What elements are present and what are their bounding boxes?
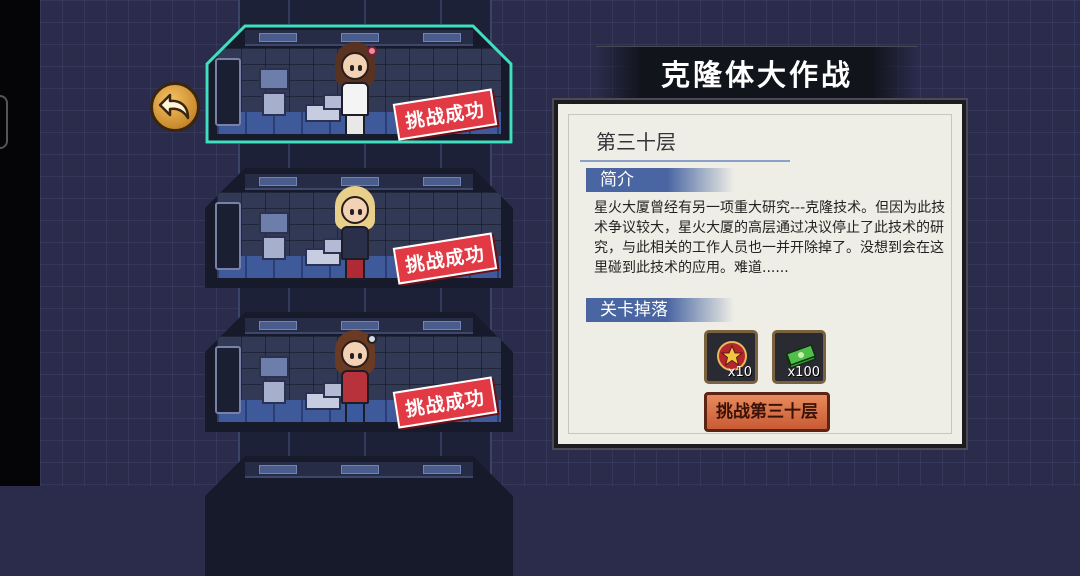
floor-room-4[interactable] <box>205 456 513 576</box>
character-blonde-girl <box>331 186 379 282</box>
back-button[interactable] <box>150 82 200 132</box>
drop-list: x10 x100 <box>704 330 826 384</box>
drop-quantity: x100 <box>787 365 820 380</box>
curved-arrow-left-icon <box>158 93 190 120</box>
challenge-floor-button[interactable]: 挑战第三十层 <box>704 392 830 432</box>
drop-item-cash[interactable]: x100 <box>772 330 826 384</box>
drop-item-medal[interactable]: x10 <box>704 330 758 384</box>
edge-tab <box>0 95 8 149</box>
intro-text: 星火大厦曾经有另一项重大研究---克隆技术。但因为此技术争议较大，星火大厦的高层… <box>594 200 946 276</box>
selected-frame <box>205 24 513 144</box>
drop-quantity: x10 <box>727 365 752 380</box>
divider <box>580 160 790 162</box>
character-headphone-girl <box>331 330 379 426</box>
floor-name: 第三十层 <box>596 130 676 154</box>
intro-label: 简介 <box>586 168 734 192</box>
title-banner: 克隆体大作战 <box>596 46 918 100</box>
game-title: 克隆体大作战 <box>660 58 853 92</box>
floor-room-2[interactable]: 挑战成功 <box>205 168 513 288</box>
screen-edge <box>0 0 40 486</box>
drops-label: 关卡掉落 <box>586 298 734 322</box>
floor-info-panel: 第三十层 简介 星火大厦曾经有另一项重大研究---克隆技术。但因为此技术争议较大… <box>554 100 966 448</box>
floor-room-3[interactable]: 挑战成功 <box>205 312 513 432</box>
